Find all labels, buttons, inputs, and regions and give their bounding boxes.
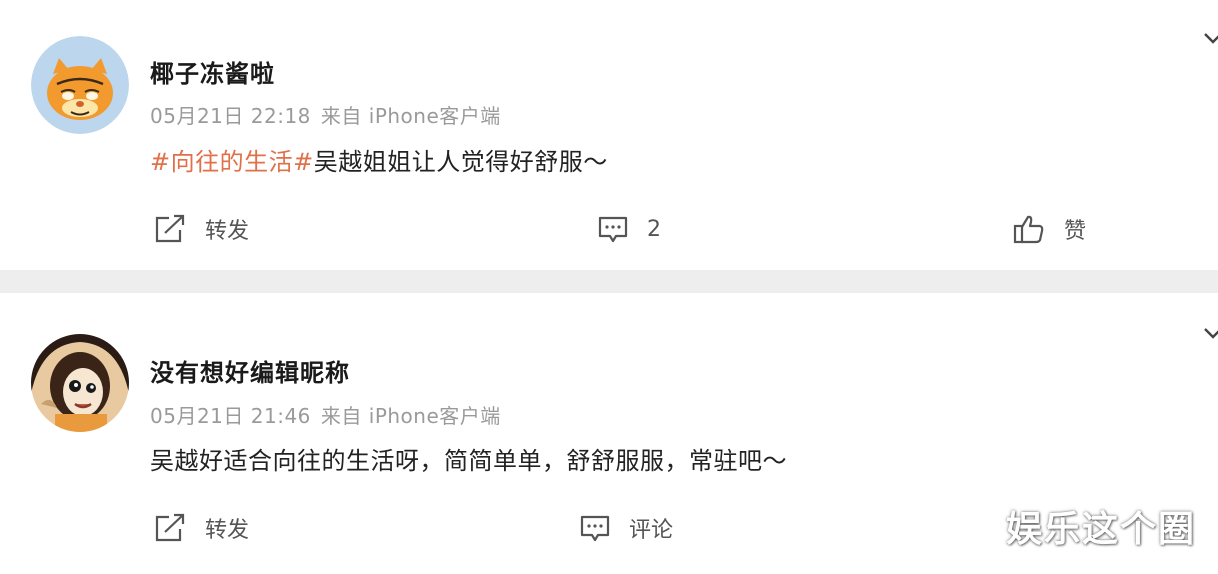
repost-button[interactable]: 转发 bbox=[153, 213, 249, 245]
post-timestamp: 05月21日 21:46 bbox=[150, 404, 311, 428]
post-source: 来自 iPhone客户端 bbox=[320, 104, 501, 128]
post-source: 来自 iPhone客户端 bbox=[320, 404, 501, 428]
username[interactable]: 椰子冻酱啦 bbox=[150, 54, 275, 89]
repost-icon bbox=[155, 214, 185, 243]
post-body: 吴越好适合向往的生活呀，简简单单，舒舒服服，常驻吧～ bbox=[150, 447, 787, 475]
comment-label: 评论 bbox=[629, 518, 674, 543]
username[interactable]: 没有想好编辑昵称 bbox=[150, 353, 350, 388]
watermark-text: 娱乐这个圈 bbox=[1005, 509, 1196, 550]
weibo-comment-feed: 椰子冻酱啦 05月21日 22:18 来自 iPhone客户端 #向往的生活#吴越… bbox=[0, 0, 1218, 574]
post-text: 吴越好适合向往的生活呀，简简单单，舒舒服服，常驻吧～ bbox=[150, 441, 787, 476]
post-meta: 05月21日 22:18 来自 iPhone客户端 bbox=[150, 100, 511, 129]
like-label: 赞 bbox=[1064, 219, 1087, 244]
repost-button[interactable]: 转发 bbox=[153, 512, 249, 544]
repost-label: 转发 bbox=[205, 219, 250, 244]
cartoon-cat-avatar-icon bbox=[31, 36, 129, 134]
cartoon-character-avatar-icon bbox=[31, 334, 129, 432]
chevron-down-icon[interactable] bbox=[1202, 323, 1218, 345]
comment-icon bbox=[580, 515, 610, 542]
comment-button[interactable]: 评论 bbox=[579, 512, 673, 544]
user-avatar[interactable] bbox=[31, 334, 129, 432]
post-body: 吴越姐姐让人觉得好舒服～ bbox=[313, 148, 608, 176]
chevron-down-icon[interactable] bbox=[1202, 28, 1218, 50]
post-meta: 05月21日 21:46 来自 iPhone客户端 bbox=[150, 400, 511, 429]
comment-count: 2 bbox=[647, 216, 661, 242]
post-timestamp: 05月21日 22:18 bbox=[150, 104, 311, 128]
thumbs-up-icon bbox=[1013, 215, 1044, 244]
user-avatar[interactable] bbox=[31, 36, 129, 134]
like-button[interactable]: 赞 bbox=[1012, 213, 1086, 245]
repost-label: 转发 bbox=[205, 518, 250, 543]
comment-button[interactable]: 2 bbox=[597, 213, 661, 245]
post-card: 椰子冻酱啦 05月21日 22:18 来自 iPhone客户端 #向往的生活#吴越… bbox=[0, 0, 1218, 270]
comment-icon bbox=[598, 216, 628, 243]
hashtag-link[interactable]: #向往的生活# bbox=[150, 148, 314, 176]
post-divider bbox=[0, 270, 1218, 293]
repost-icon bbox=[155, 513, 185, 542]
post-text: #向往的生活#吴越姐姐让人觉得好舒服～ bbox=[150, 142, 608, 177]
